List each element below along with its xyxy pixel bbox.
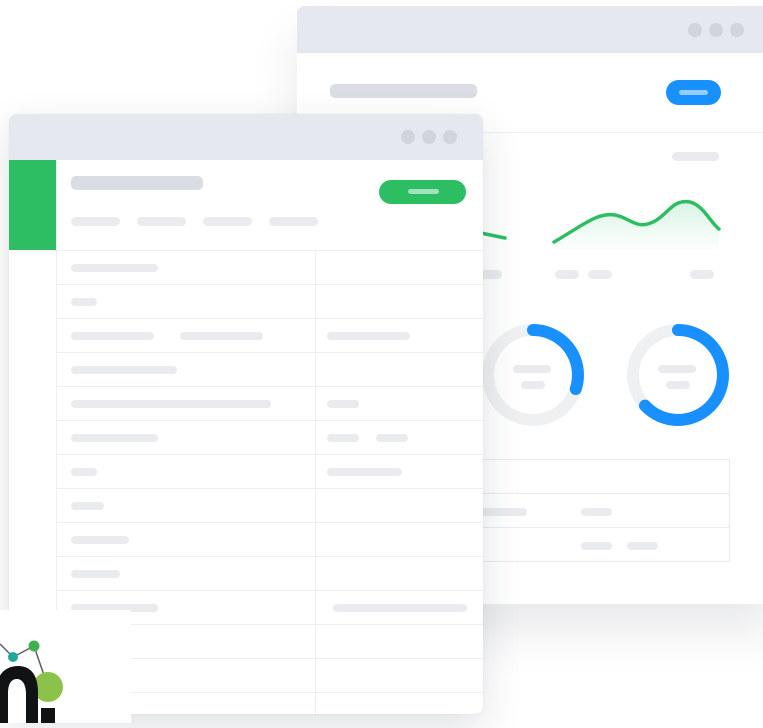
front-primary-button[interactable]	[379, 180, 466, 204]
back-summary-table	[467, 459, 730, 562]
tab-placeholder[interactable]	[71, 217, 120, 226]
donut-gauge-icon	[627, 324, 729, 426]
donut-gauge-icon	[482, 324, 584, 426]
gauge-value-placeholder	[521, 381, 545, 389]
logo	[0, 610, 131, 723]
x-tick-placeholder	[690, 270, 714, 279]
window-dot-icon[interactable]	[401, 130, 415, 144]
window-dot-icon[interactable]	[422, 130, 436, 144]
window-dot-icon[interactable]	[730, 23, 744, 37]
gauge-label-placeholder	[658, 365, 696, 373]
network-nodes-logo-icon	[0, 640, 63, 723]
x-tick-placeholder	[588, 270, 612, 279]
window-dot-icon[interactable]	[688, 23, 702, 37]
gauge-value-placeholder	[666, 381, 690, 389]
tab-placeholder[interactable]	[269, 217, 318, 226]
tab-placeholder[interactable]	[203, 217, 252, 226]
window-dot-icon[interactable]	[443, 130, 457, 144]
chart-caption-placeholder	[672, 152, 719, 161]
front-header-title-placeholder	[71, 176, 203, 190]
gauge-label-placeholder	[513, 365, 551, 373]
window-dot-icon[interactable]	[709, 23, 723, 37]
sidebar-active-item[interactable]	[9, 160, 56, 250]
table-column-divider	[315, 250, 316, 714]
front-window-titlebar	[9, 114, 483, 160]
back-window-titlebar	[297, 6, 763, 53]
back-header-title-placeholder	[330, 84, 477, 98]
tab-placeholder[interactable]	[137, 217, 186, 226]
x-tick-placeholder	[555, 270, 579, 279]
back-primary-button[interactable]	[666, 80, 721, 105]
